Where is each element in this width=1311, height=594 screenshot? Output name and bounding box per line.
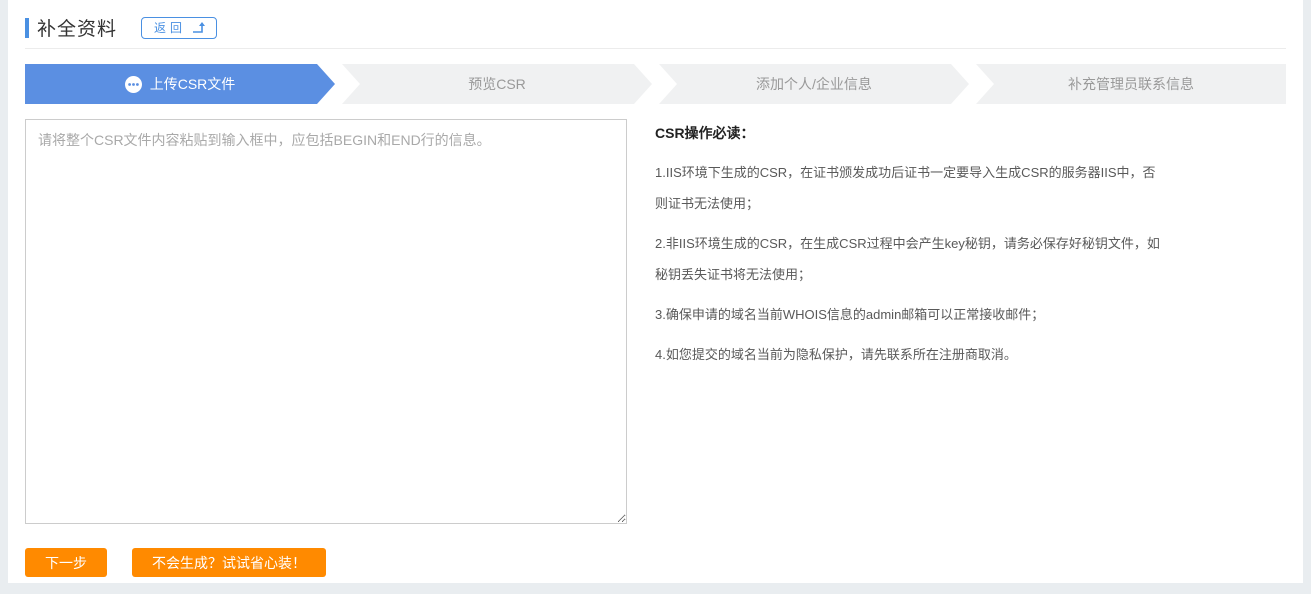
return-arrow-icon <box>192 21 207 34</box>
back-button[interactable]: 返回 <box>141 17 217 39</box>
header-divider <box>25 48 1286 49</box>
main-content: CSR操作必读： 1.IIS环境下生成的CSR，在证书颁发成功后证书一定要导入生… <box>25 119 1286 524</box>
notice-item: 4.如您提交的域名当前为隐私保护，请先联系所在注册商取消。 <box>655 339 1165 370</box>
page-title: 补全资料 <box>37 14 117 41</box>
notice-item: 3.确保申请的域名当前WHOIS信息的admin邮箱可以正常接收邮件； <box>655 299 1165 330</box>
ellipsis-circle-icon <box>125 76 142 93</box>
notice-item: 2.非IIS环境生成的CSR，在生成CSR过程中会产生key秘钥，请务必保存好秘… <box>655 228 1165 290</box>
easy-install-button[interactable]: 不会生成？试试省心装！ <box>132 548 326 577</box>
content-panel: 补全资料 返回 上传CSR文件 <box>8 0 1303 583</box>
action-buttons: 下一步 不会生成？试试省心装！ <box>25 548 1286 577</box>
step-label: 上传CSR文件 <box>150 74 236 94</box>
notice-item: 1.IIS环境下生成的CSR，在证书颁发成功后证书一定要导入生成CSR的服务器I… <box>655 157 1165 219</box>
step-admin-contact-info: 补充管理员联系信息 <box>976 64 1286 104</box>
step-upload-csr: 上传CSR文件 <box>25 64 335 104</box>
csr-input[interactable] <box>25 119 627 524</box>
next-step-button[interactable]: 下一步 <box>25 548 107 577</box>
step-label: 预览CSR <box>468 74 526 94</box>
progress-stepper: 上传CSR文件 预览CSR 添加个人/企业信息 补充管理员联系信息 <box>25 64 1286 104</box>
step-label: 补充管理员联系信息 <box>1068 74 1194 94</box>
page-header: 补全资料 返回 <box>25 0 1286 40</box>
title-accent-bar <box>25 18 29 38</box>
back-button-label: 返回 <box>154 21 186 35</box>
step-personal-company-info: 添加个人/企业信息 <box>659 64 969 104</box>
csr-notice-panel: CSR操作必读： 1.IIS环境下生成的CSR，在证书颁发成功后证书一定要导入生… <box>655 119 1165 524</box>
step-label: 添加个人/企业信息 <box>756 74 872 94</box>
notice-title: CSR操作必读： <box>655 123 1165 143</box>
step-preview-csr: 预览CSR <box>342 64 652 104</box>
